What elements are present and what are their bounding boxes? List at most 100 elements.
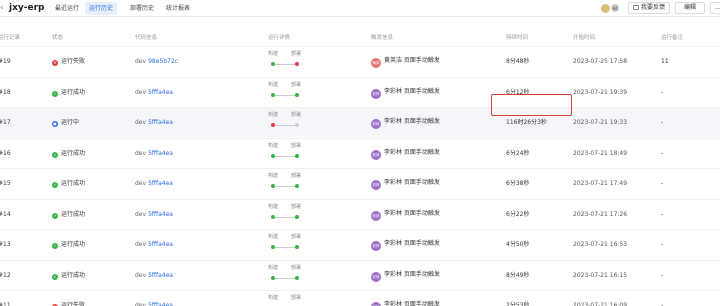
header-run-note: 运行备注 (661, 35, 684, 41)
stage-build-success-icon[interactable] (271, 184, 275, 188)
run-id-link[interactable]: #12 (0, 272, 11, 280)
trigger-text: 李彩林 页面手动触发 (384, 270, 440, 278)
pipeline-stages[interactable]: 构建 部署 (268, 50, 308, 74)
edit-button[interactable]: 编辑 (675, 2, 705, 14)
stage-connector (273, 155, 297, 157)
avatar[interactable] (601, 4, 610, 13)
run-id-link[interactable]: #14 (0, 211, 11, 219)
stage-connector (273, 277, 297, 279)
commit-hash-link[interactable]: 5fffa4ea (148, 119, 173, 126)
pipeline-stages[interactable]: 构建 部署 (268, 233, 308, 257)
chevron-left-icon[interactable]: ‹ (0, 2, 6, 14)
commit-hash-link[interactable]: 5fffa4ea (148, 241, 173, 248)
status-success-icon: ✓ (52, 90, 58, 97)
stage-deploy-none-icon[interactable] (295, 123, 299, 127)
status-text: 运行成功 (61, 241, 86, 248)
stage-deploy-fail-icon[interactable] (295, 62, 299, 66)
run-id-link[interactable]: #13 (0, 241, 11, 249)
run-start-time: 2023-07-21 16:09 (573, 302, 628, 306)
run-duration: 4分50秒 (506, 241, 530, 248)
tab-run-history[interactable]: 运行历史 (85, 2, 118, 15)
trigger-text: 黄英洁 页面手动触发 (384, 57, 440, 64)
stage-deploy-success-icon[interactable] (295, 245, 299, 249)
code-info: dev 5fffa4ea (135, 272, 173, 280)
run-note: - (661, 302, 664, 306)
stage-label-build: 构建 (268, 295, 279, 301)
run-note: - (661, 119, 664, 126)
table-row[interactable]: #15 ✓运行成功 dev5fffa4ea 构建 部署彩林李彩林 页面手动触发 6分38秒… (0, 168, 720, 198)
run-id-link[interactable]: #18 (0, 89, 11, 97)
run-duration: 6分22秒 (506, 210, 530, 218)
stage-deploy-success-icon[interactable] (295, 214, 299, 219)
avatar: 彩林 (371, 241, 381, 251)
status-text: 运行中 (61, 119, 80, 126)
table-row[interactable]: #13 ✓运行成功 dev5fffa4ea 构建 部署彩林李彩林 页面手动触发 4分50秒… (0, 229, 720, 259)
stage-build-success-icon[interactable] (271, 62, 275, 66)
tab-recent-runs[interactable]: 最近运行 (51, 2, 83, 15)
stage-connector (273, 216, 297, 218)
stage-label-deploy: 部署 (291, 203, 302, 210)
stage-build-success-icon[interactable] (271, 275, 275, 280)
stage-deploy-success-icon[interactable] (295, 92, 299, 97)
stage-deploy-success-icon[interactable] (295, 153, 299, 158)
commit-hash-link[interactable]: 5fffa4ea (148, 211, 173, 218)
run-duration: 6分24秒 (506, 149, 530, 157)
feedback-button[interactable]: 我要反馈 (628, 2, 671, 14)
run-id-link[interactable]: #17 (0, 119, 11, 127)
commit-hash-link[interactable]: 5fffa4ea (148, 89, 173, 96)
run-id-link[interactable]: #11 (0, 302, 11, 306)
avatar-count[interactable]: 84 (610, 3, 620, 13)
stage-build-success-icon[interactable] (271, 214, 275, 219)
table-row[interactable]: #14 ✓运行成功 dev5fffa4ea 构建 部署彩林李彩林 页面手动触发 6分22秒… (0, 198, 720, 229)
table-row[interactable]: #19 ✕运行失败 dev98e5b72c 构建 部署黄英黄英洁 页面手动触发 8分48秒… (0, 46, 720, 76)
pipeline-stages[interactable]: 构建 部署 (268, 203, 308, 227)
pipeline-stages[interactable]: 构建 部署 (268, 81, 308, 105)
run-id-link[interactable]: #15 (0, 180, 11, 188)
table-row[interactable]: #16 ✓运行成功 dev5fffa4ea 构建 部署彩林李彩林 页面手动触发 6分24秒… (0, 137, 720, 168)
header-status: 状态 (52, 35, 64, 41)
tab-deploy-history[interactable]: 部署历史 (126, 2, 158, 15)
stage-build-fail-icon[interactable] (271, 123, 275, 127)
trigger-text: 李彩林 页面手动触发 (384, 301, 440, 306)
commit-hash-link[interactable]: 98e5b72c (148, 58, 178, 65)
stage-label-build: 构建 (268, 234, 279, 240)
tab-statistics[interactable]: 统计报表 (162, 2, 194, 15)
stage-connector (273, 186, 297, 187)
commit-hash-link[interactable]: 5fffa4ea (148, 302, 173, 306)
run-note: - (661, 180, 664, 187)
stage-build-success-icon[interactable] (271, 153, 275, 158)
trigger-info: 彩林李彩林 页面手动触发 (371, 240, 440, 251)
pipeline-stages[interactable]: 构建 部署 (268, 294, 308, 306)
commit-hash-link[interactable]: 5fffa4ea (148, 272, 173, 279)
run-start-time: 2023-07-21 19:33 (573, 119, 628, 126)
commit-hash-link[interactable]: 5fffa4ea (148, 180, 173, 187)
table-row[interactable]: #17 ●运行中 dev5fffa4ea 构建 部署彩林李彩林 页面手动触发 116时26… (0, 107, 720, 137)
run-id-link[interactable]: #19 (0, 58, 11, 66)
stage-label-deploy: 部署 (291, 142, 302, 149)
stage-build-success-icon[interactable] (271, 92, 275, 97)
stage-label-deploy: 部署 (291, 112, 302, 118)
top-bar: ‹ jxy-erp 最近运行 运行历史 部署历史 统计报表 84 我要反馈 编辑… (0, 0, 720, 17)
more-button[interactable]: ... (710, 2, 720, 14)
stage-label-build: 构建 (268, 112, 279, 118)
avatar: 彩林 (371, 88, 381, 99)
table-row[interactable]: #11 ✕运行失败 dev5fffa4ea 构建 部署彩林李彩林 页面手动触发 2分53秒… (0, 290, 720, 306)
pipeline-stages[interactable]: 构建 部署 (268, 111, 308, 135)
pipeline-stages[interactable]: 构建 部署 (268, 264, 308, 288)
pipeline-stages[interactable]: 构建 部署 (268, 172, 308, 196)
commit-hash-link[interactable]: 5fffa4ea (148, 150, 173, 157)
status-text: 运行成功 (61, 88, 86, 96)
table-row[interactable]: #18✓运行成功dev5fffa4ea构建部署彩林李彩林 页面手动触发6分12秒… (0, 76, 720, 107)
table-row[interactable]: #12 ✓运行成功 dev5fffa4ea 构建 部署彩林李彩林 页面手动触发 8分49秒… (0, 259, 720, 290)
code-info: dev 5fffa4ea (135, 241, 173, 249)
pipeline-stages[interactable]: 构建 部署 (268, 142, 308, 166)
run-note: - (661, 88, 664, 96)
stage-label-deploy: 部署 (291, 264, 302, 271)
stage-deploy-success-icon[interactable] (295, 184, 299, 188)
stage-deploy-success-icon[interactable] (295, 275, 299, 280)
stage-label-build: 构建 (268, 264, 279, 271)
run-id-link[interactable]: #16 (0, 150, 11, 158)
run-note: - (661, 241, 664, 248)
run-start-time: 2023-07-21 17:26 (573, 210, 628, 218)
stage-build-success-icon[interactable] (271, 245, 275, 249)
